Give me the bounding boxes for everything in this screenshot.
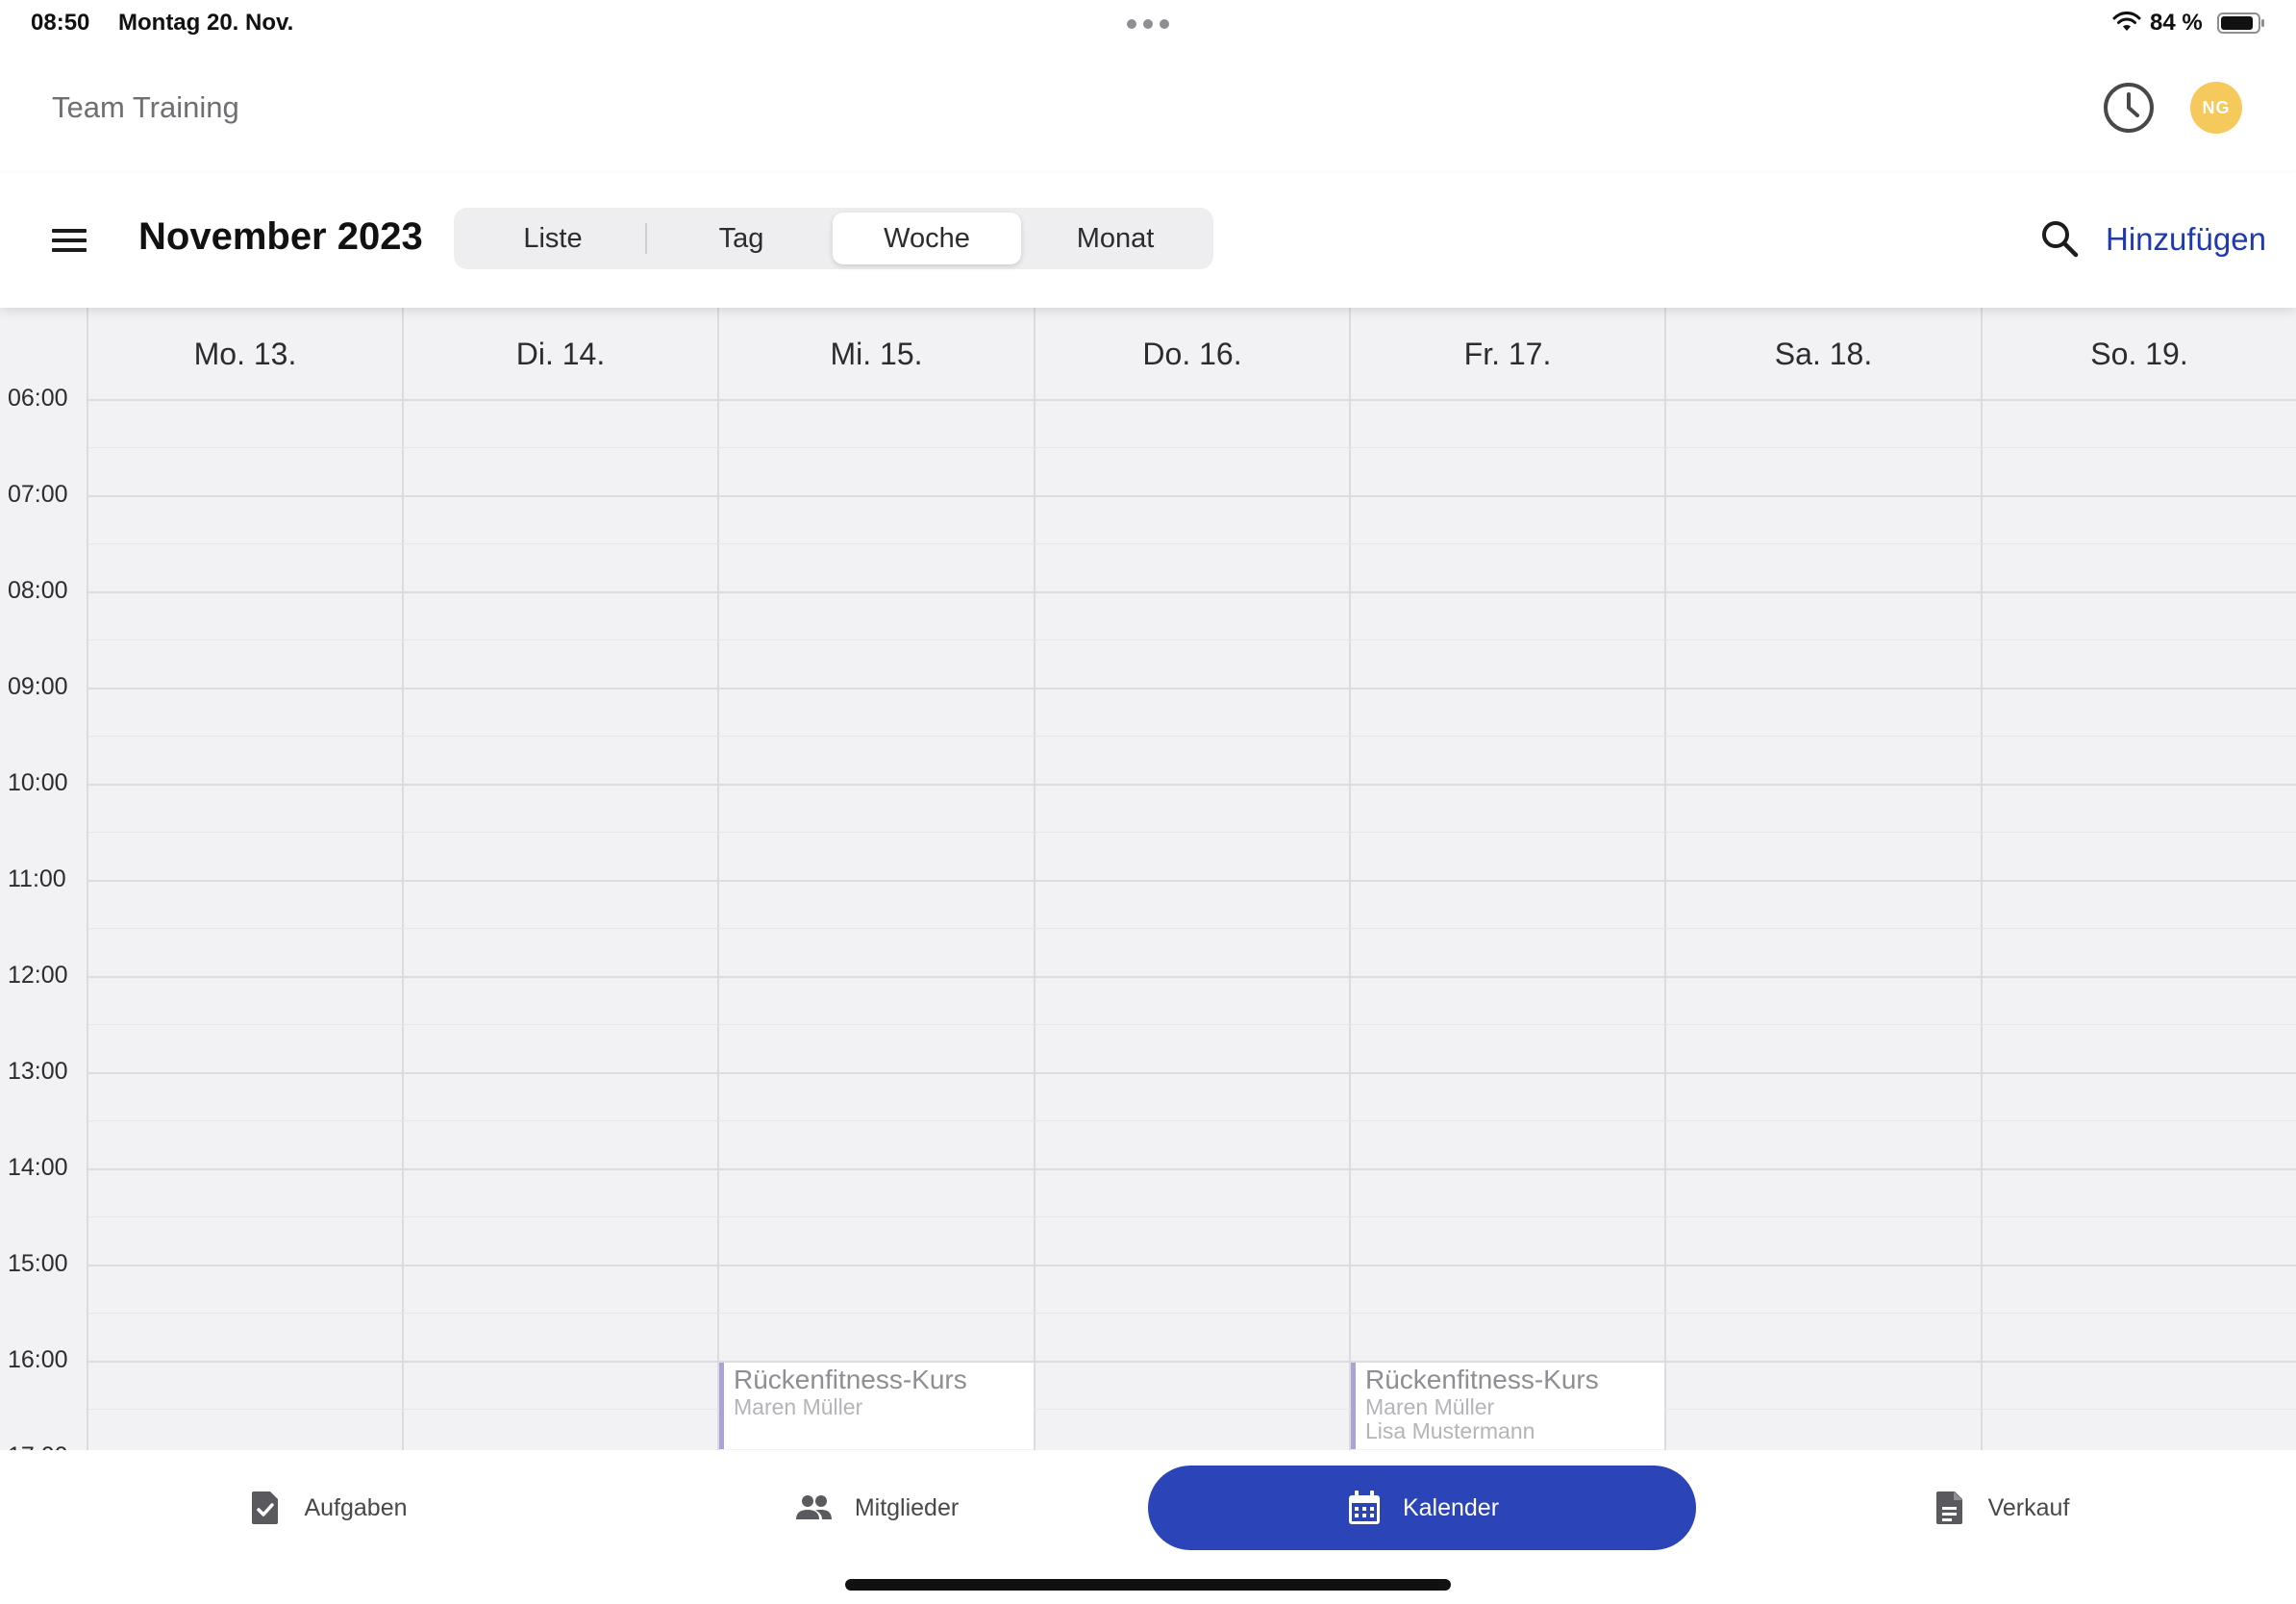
avatar[interactable]: NG bbox=[2190, 82, 2242, 134]
day-header-fr[interactable]: Fr. 17. bbox=[1351, 308, 1664, 400]
column-divider bbox=[1981, 308, 1983, 1450]
column-divider bbox=[87, 308, 88, 1450]
hamburger-menu-icon[interactable] bbox=[48, 223, 90, 258]
battery-icon bbox=[2217, 13, 2264, 34]
week-calendar-grid[interactable]: Mo. 13. Di. 14. Mi. 15. Do. 16. Fr. 17. … bbox=[0, 308, 2296, 1450]
calendar-toolbar: November 2023 Liste Tag Woche Monat Hinz… bbox=[0, 173, 2296, 308]
event-title: Rückenfitness-Kurs bbox=[1365, 1365, 1599, 1394]
hour-label: 11:00 bbox=[8, 865, 66, 892]
half-hour-line bbox=[87, 543, 2296, 544]
wifi-icon bbox=[2112, 12, 2141, 31]
hour-label: 06:00 bbox=[8, 385, 68, 412]
view-tab-tag[interactable]: Tag bbox=[647, 213, 836, 264]
nav-verkauf[interactable]: Verkauf bbox=[1884, 1466, 2115, 1550]
half-hour-line bbox=[87, 832, 2296, 833]
status-date: Montag 20. Nov. bbox=[118, 10, 294, 36]
task-check-icon bbox=[252, 1491, 279, 1524]
nav-aufgaben[interactable]: Aufgaben bbox=[202, 1466, 452, 1550]
hour-label: 13:00 bbox=[8, 1058, 68, 1085]
column-divider bbox=[1034, 308, 1036, 1450]
hour-label: 08:00 bbox=[8, 577, 68, 604]
view-switcher: Liste Tag Woche Monat bbox=[454, 208, 1213, 269]
column-divider bbox=[1349, 308, 1351, 1450]
half-hour-line bbox=[87, 1024, 2296, 1025]
hour-line bbox=[87, 976, 2296, 978]
column-divider bbox=[717, 308, 719, 1450]
clock-icon[interactable] bbox=[2102, 81, 2156, 135]
battery-percentage: 84 % bbox=[2150, 10, 2203, 36]
hour-line bbox=[87, 1361, 2296, 1363]
day-header-do[interactable]: Do. 16. bbox=[1036, 308, 1349, 400]
half-hour-line bbox=[87, 1409, 2296, 1410]
hour-line bbox=[87, 784, 2296, 786]
hour-label: 15:00 bbox=[8, 1250, 68, 1277]
hour-label: 07:00 bbox=[8, 481, 68, 508]
half-hour-line bbox=[87, 1120, 2296, 1121]
home-indicator[interactable] bbox=[845, 1579, 1451, 1591]
event-participant: Maren Müller bbox=[1365, 1394, 1495, 1419]
hour-label: 16:00 bbox=[8, 1346, 68, 1373]
hour-label: 14:00 bbox=[8, 1154, 68, 1181]
day-header-mo[interactable]: Mo. 13. bbox=[88, 308, 402, 400]
day-header-mi[interactable]: Mi. 15. bbox=[719, 308, 1034, 400]
nav-mitglieder[interactable]: Mitglieder bbox=[760, 1466, 990, 1550]
half-hour-line bbox=[87, 736, 2296, 737]
day-header-so[interactable]: So. 19. bbox=[1983, 308, 2296, 400]
hour-line bbox=[87, 1168, 2296, 1170]
hour-line bbox=[87, 1072, 2296, 1074]
half-hour-line bbox=[87, 639, 2296, 640]
hour-line bbox=[87, 591, 2296, 593]
search-icon[interactable] bbox=[2038, 217, 2081, 260]
hour-line bbox=[87, 688, 2296, 689]
nav-label: Kalender bbox=[1402, 1493, 1500, 1521]
hour-line bbox=[87, 880, 2296, 882]
event-participant: Maren Müller bbox=[734, 1394, 863, 1419]
calendar-icon bbox=[1348, 1491, 1380, 1524]
hour-line bbox=[87, 1265, 2296, 1266]
view-tab-monat[interactable]: Monat bbox=[1021, 213, 1210, 264]
month-title: November 2023 bbox=[138, 215, 423, 258]
event-card[interactable]: Rückenfitness-Kurs Maren Müller Lisa Mus… bbox=[1351, 1363, 1664, 1449]
hour-line bbox=[87, 495, 2296, 497]
event-participant: Lisa Mustermann bbox=[1365, 1418, 1535, 1443]
day-header-di[interactable]: Di. 14. bbox=[404, 308, 717, 400]
app-title: Team Training bbox=[52, 90, 239, 124]
add-button[interactable]: Hinzufügen bbox=[2106, 221, 2266, 258]
view-tab-liste[interactable]: Liste bbox=[459, 213, 647, 264]
half-hour-line bbox=[87, 1313, 2296, 1314]
half-hour-line bbox=[87, 447, 2296, 448]
nav-label: Verkauf bbox=[1987, 1493, 2070, 1521]
hour-label: 12:00 bbox=[8, 962, 68, 989]
event-card[interactable]: Rückenfitness-Kurs Maren Müller bbox=[719, 1363, 1034, 1449]
half-hour-line bbox=[87, 928, 2296, 929]
column-divider bbox=[402, 308, 404, 1450]
day-header-sa[interactable]: Sa. 18. bbox=[1666, 308, 1981, 400]
hour-label: 09:00 bbox=[8, 673, 68, 700]
hour-label: 17:00 bbox=[8, 1442, 68, 1450]
nav-label: Mitglieder bbox=[854, 1493, 960, 1521]
view-tab-woche[interactable]: Woche bbox=[833, 213, 1021, 264]
status-time: 08:50 bbox=[31, 10, 90, 36]
people-icon bbox=[795, 1495, 832, 1519]
multitasking-dots-icon[interactable] bbox=[1127, 19, 1169, 29]
nav-kalender[interactable]: Kalender bbox=[1148, 1466, 1696, 1550]
half-hour-line bbox=[87, 1216, 2296, 1217]
event-title: Rückenfitness-Kurs bbox=[734, 1365, 967, 1394]
document-icon bbox=[1935, 1491, 1962, 1524]
hour-line bbox=[87, 399, 2296, 401]
column-divider bbox=[1664, 308, 1666, 1450]
nav-label: Aufgaben bbox=[304, 1493, 408, 1521]
status-bar: 08:50 Montag 20. Nov. 84 % bbox=[0, 0, 2296, 46]
hour-label: 10:00 bbox=[8, 769, 68, 796]
bottom-navigation: Aufgaben Mitglieder Kalender Verkauf bbox=[0, 1450, 2296, 1604]
